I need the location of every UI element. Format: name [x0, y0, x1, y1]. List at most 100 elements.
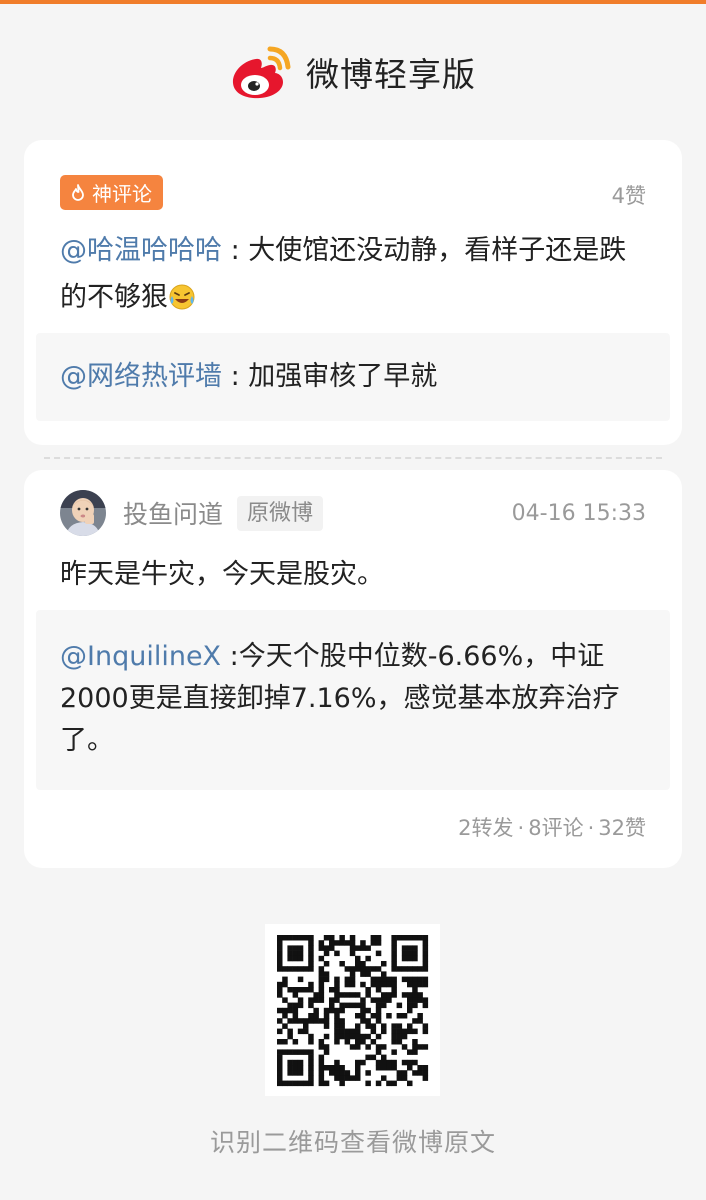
- qr-module: [370, 1013, 377, 1019]
- qr-module: [308, 987, 314, 993]
- qr-module: [422, 1075, 429, 1081]
- qr-module: [365, 1054, 371, 1061]
- qr-module: [417, 992, 423, 998]
- qr-module: [287, 1018, 293, 1024]
- qr-module: [287, 987, 293, 993]
- quote-author-mention[interactable]: @InquilineX: [60, 641, 221, 672]
- qr-module: [297, 1049, 304, 1055]
- reply-body: 加强审核了早就: [248, 361, 438, 392]
- post-text: 昨天是牛灾，今天是股灾。: [60, 559, 384, 590]
- qr-module: [391, 987, 397, 993]
- stats-dot: ·: [587, 816, 595, 840]
- qr-module: [396, 1039, 403, 1045]
- qr-module: [407, 997, 413, 1003]
- qr-module: [360, 1013, 366, 1019]
- qr-module: [365, 945, 371, 951]
- qr-module: [381, 997, 387, 1003]
- qr-module: [386, 1013, 392, 1019]
- qr-module: [323, 945, 330, 951]
- qr-module: [412, 935, 418, 941]
- reply-separator: :: [222, 361, 249, 392]
- qr-module: [297, 987, 304, 993]
- qr-module: [323, 1044, 330, 1050]
- qr-module: [329, 940, 335, 946]
- qr-module: [417, 1013, 423, 1019]
- qr-module: [396, 966, 403, 972]
- qr-module: [407, 1065, 413, 1071]
- qr-module: [334, 997, 340, 1003]
- author-avatar[interactable]: [60, 490, 106, 536]
- qr-module: [391, 1028, 397, 1035]
- comment-like-count[interactable]: 4赞: [612, 180, 646, 210]
- qr-module: [386, 976, 392, 983]
- qr-module: [422, 961, 429, 967]
- qr-module: [303, 1023, 309, 1029]
- qr-module: [318, 1070, 325, 1076]
- qr-module: [308, 950, 314, 957]
- repost-count[interactable]: 2转发: [458, 816, 513, 840]
- qr-module: [370, 1054, 377, 1061]
- qr-module: [417, 1044, 423, 1050]
- qr-module: [360, 971, 366, 977]
- qr-module: [349, 945, 356, 951]
- qr-module: [329, 1065, 335, 1071]
- qr-module: [318, 1065, 325, 1071]
- qr-code[interactable]: [265, 924, 440, 1096]
- qr-module: [386, 1080, 392, 1087]
- qr-module: [339, 961, 345, 967]
- qr-module: [318, 945, 325, 951]
- qr-module: [375, 1065, 382, 1071]
- qr-module: [407, 976, 413, 983]
- qr-module: [412, 1002, 418, 1009]
- qr-module: [391, 945, 397, 951]
- qr-module: [407, 981, 413, 988]
- qr-module: [422, 1070, 429, 1076]
- qr-module: [422, 950, 429, 957]
- qr-module: [407, 1028, 413, 1035]
- qr-module: [313, 992, 319, 998]
- reply-author-mention[interactable]: @网络热评墙: [60, 361, 222, 392]
- qr-module: [381, 961, 387, 967]
- qr-module: [355, 1033, 361, 1040]
- qr-module: [292, 1002, 299, 1009]
- qr-module: [375, 987, 382, 993]
- qr-module: [308, 955, 314, 962]
- comment-author-mention[interactable]: @哈温哈哈哈: [60, 235, 222, 266]
- qr-module: [308, 1054, 314, 1061]
- qr-module: [339, 1070, 345, 1076]
- qr-module: [401, 966, 408, 972]
- qr-module: [334, 950, 340, 957]
- post-author[interactable]: 投鱼问道: [123, 495, 223, 531]
- qr-module: [407, 992, 413, 998]
- qr-module: [375, 940, 382, 946]
- quoted-post[interactable]: @InquilineX :今天个股中位数-6.66%，中证2000更是直接卸掉7…: [36, 610, 670, 790]
- qr-module: [401, 976, 408, 983]
- qr-module: [323, 935, 330, 941]
- qr-module: [391, 1059, 397, 1066]
- qr-module: [277, 950, 283, 957]
- qr-module: [422, 976, 429, 983]
- original-post-card[interactable]: 投鱼问道 原微博 04-16 15:33 昨天是牛灾，今天是股灾。 @Inqui…: [24, 470, 682, 868]
- qr-module: [407, 1002, 413, 1009]
- qr-module: [412, 981, 418, 988]
- qr-module: [349, 1028, 356, 1035]
- qr-module: [375, 1002, 382, 1009]
- like-count[interactable]: 32赞: [598, 816, 646, 840]
- qr-module: [355, 966, 361, 972]
- qr-module: [287, 1065, 293, 1071]
- qr-module: [391, 992, 397, 998]
- qr-module: [329, 997, 335, 1003]
- qr-module: [349, 940, 356, 946]
- hot-comment-card[interactable]: 神评论 4赞 @哈温哈哈哈 : 大使馆还没动静，看样子还是跌的不够狠 @网络热评…: [24, 140, 682, 445]
- qr-module: [396, 1075, 403, 1081]
- qr-module: [277, 945, 283, 951]
- comment-reply[interactable]: @网络热评墙 : 加强审核了早就: [36, 333, 670, 421]
- qr-module: [344, 1033, 351, 1040]
- weibo-logo-icon: [232, 46, 291, 99]
- qr-module: [292, 1013, 299, 1019]
- qr-module: [391, 1023, 397, 1029]
- qr-module: [287, 945, 293, 951]
- comment-count[interactable]: 8评论: [528, 816, 583, 840]
- qr-module: [277, 992, 283, 998]
- qr-module: [334, 1033, 340, 1040]
